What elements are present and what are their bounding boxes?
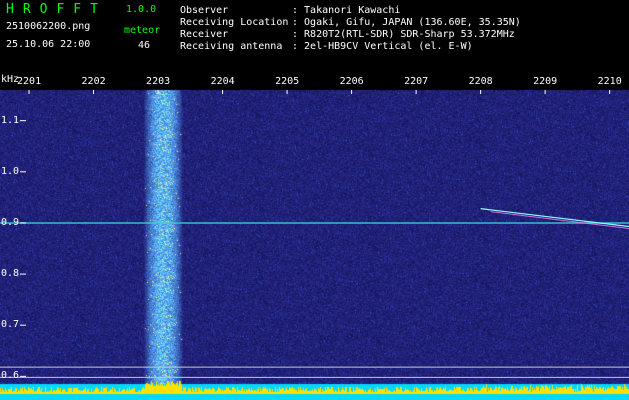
x-tick-label: 2208 [468,76,493,87]
timestamp: 25.10.06 22:00 [6,39,91,50]
info-receiver-value: : R820T2(RTL-SDR) SDR-Sharp 53.372MHz [292,29,515,40]
x-tick-label: 2201 [17,76,42,87]
x-tick-label: 2207 [404,76,429,87]
y-tick-label: 0.9 [1,216,20,228]
y-tick-label: 1.0 [1,165,20,177]
info-observer-value: : Takanori Kawachi [292,5,401,16]
meteor-count: 46 [138,40,151,51]
x-tick-label: 2209 [533,76,558,87]
info-observer-label: Observer [180,5,229,16]
x-tick-label: 2203 [146,76,171,87]
y-tick-label: 1.1 [1,114,20,126]
meteor-trail [480,208,629,228]
x-tick-label: 2202 [81,76,106,87]
file-name: 2510062200.png [6,21,91,32]
header-panel: HROFFT 1.0.0 2510062200.png 25.10.06 22:… [0,0,629,78]
info-location-label: Receiving Location [180,17,289,28]
meteor-trail-echo [490,211,629,230]
info-location-value: : Ogaki, Gifu, JAPAN (136.60E, 35.35N) [292,17,521,28]
meteor-label: meteor [124,25,161,36]
y-tick-label: 0.8 [1,268,20,280]
x-tick-label: 2205 [275,76,300,87]
y-tick-label: 0.7 [1,319,20,331]
info-antenna-label: Receiving antenna [180,41,283,52]
x-tick-label: 2204 [210,76,235,87]
info-antenna-value: : 2el-HB9CV Vertical (el. E-W) [292,41,473,52]
y-tick-label: 0.6 [1,370,20,382]
spectrogram-panel: kHz 2201 2202 2203 2204 2205 2206 2207 2208 2209… [0,74,629,400]
info-receiver-label: Receiver [180,29,229,40]
app-name: HROFFT [6,2,107,17]
x-tick-label: 2210 [597,76,622,87]
app-version: 1.0.0 [126,4,157,15]
spectrogram-overlay [0,90,629,378]
x-tick-label: 2206 [339,76,364,87]
